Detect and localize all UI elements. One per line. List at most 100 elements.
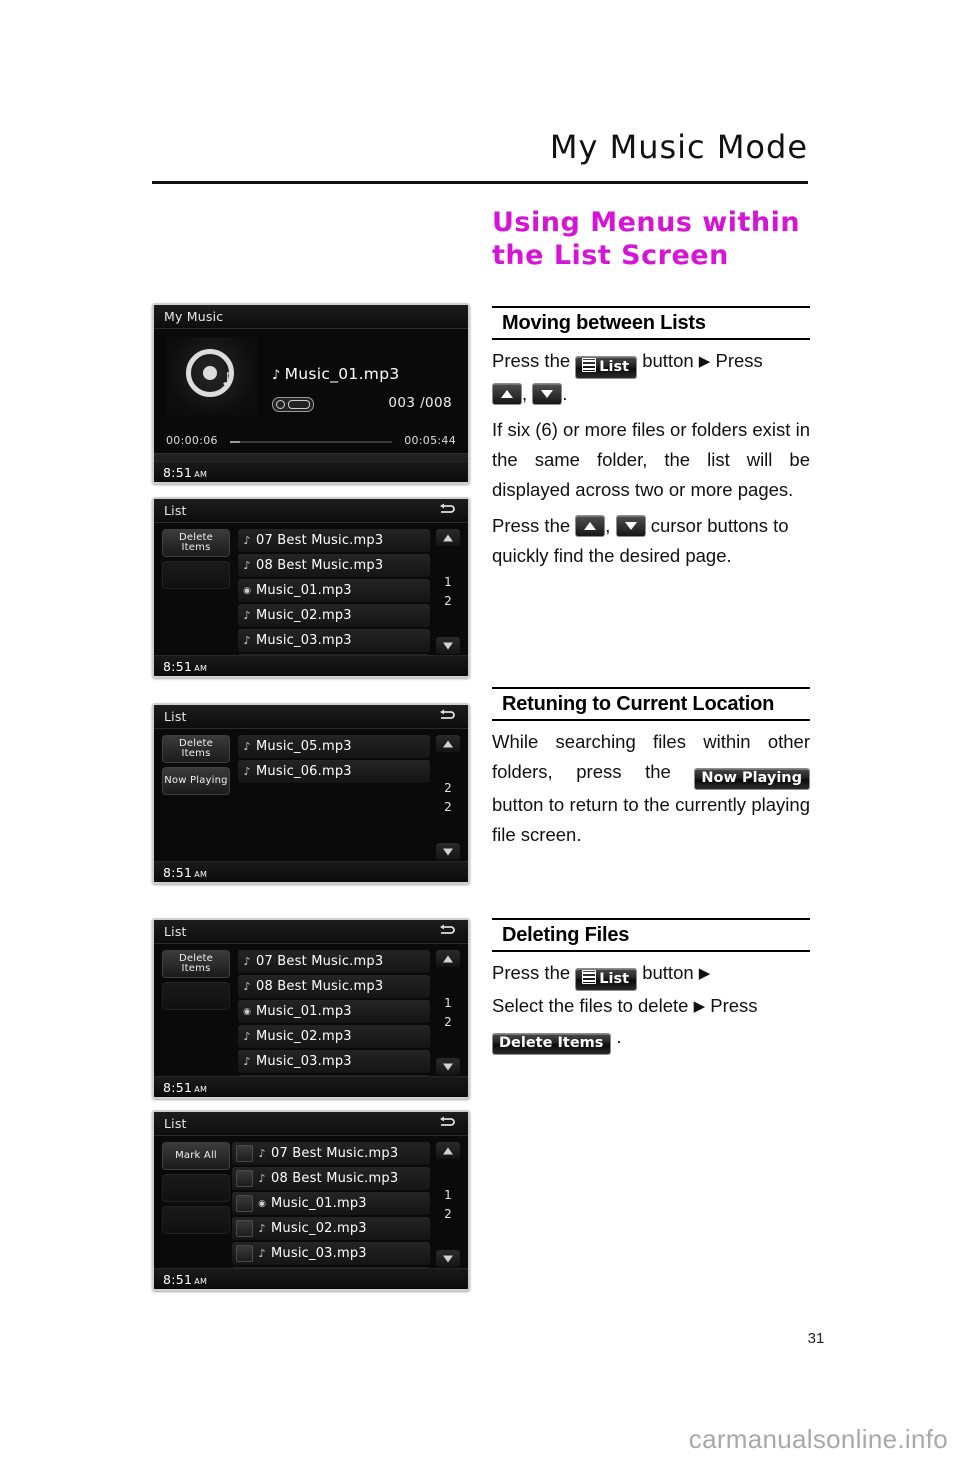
inline-list-button-2[interactable]: List [575,968,638,991]
now-playing-button[interactable]: Now Playing [162,767,230,795]
section-title: Using Menus within the List Screen [492,206,810,272]
file-name: Music_03.mp3 [256,633,352,648]
scroll-down-button[interactable] [436,1250,460,1267]
checkbox[interactable] [236,1220,253,1237]
list-item[interactable]: ♪ Music_02.mp3 [232,1217,430,1240]
page-title: My Music Mode [549,128,808,166]
list-item[interactable]: ♪ Music_03.mp3 [238,629,430,652]
scroll-up-button[interactable] [436,950,460,967]
music-note-icon: ♪ [243,534,251,547]
inline-delete-items-label: Delete Items [499,1035,604,1051]
clock-time: 8:51 [163,659,193,674]
inline-up-arrow-button-2[interactable] [575,515,606,537]
list-item-current[interactable]: ◉ Music_01.mp3 [238,1000,430,1023]
inline-down-arrow-button-2[interactable] [615,515,646,537]
scrollbar[interactable]: 1 2 [436,529,462,654]
list-item[interactable]: ♪ 07 Best Music.mp3 [238,529,430,552]
media-type-badge [272,397,314,412]
return-icon[interactable] [439,924,456,937]
delete-items-button[interactable]: Delete Items [162,950,230,978]
list-icon [582,358,597,372]
file-name: Music_01.mp3 [256,1004,352,1019]
file-name: 07 Best Music.mp3 [256,954,384,969]
inline-list-button[interactable]: List [575,356,638,379]
scrollbar[interactable]: 2 2 [436,735,462,860]
instruction-paragraph-1: Press the List button ▶ Press , . [492,346,810,409]
list-item[interactable]: ♪ Music_03.mp3 [238,1050,430,1073]
list-item-empty [238,835,430,858]
side-buttons: Delete Items Now Playing [162,735,230,799]
page-current: 1 [444,574,452,589]
inline-list-button-label: List [599,971,630,987]
header-divider [152,181,808,184]
return-icon[interactable] [439,503,456,516]
screenshot-list-markall: List Mark All ♪ 07 Best Music.mp3 ♪ 08 Bes… [152,1110,470,1291]
music-note-icon: ♪ [222,369,234,390]
delete-items-button[interactable]: Delete Items [162,735,230,763]
elapsed-time: 00:00:06 [166,434,218,447]
page-total: 2 [444,1014,452,1029]
inline-list-button-label: List [599,359,630,375]
side-buttons: Delete Items [162,950,230,1014]
list-item[interactable]: ♪ 07 Best Music.mp3 [238,950,430,973]
progress-bar[interactable] [230,441,392,443]
scroll-down-button[interactable] [436,843,460,860]
inline-delete-items-button[interactable]: Delete Items [492,1033,612,1055]
list-item[interactable]: ♪ Music_05.mp3 [238,735,430,758]
list-item[interactable]: ♪ Music_02.mp3 [238,604,430,627]
mark-all-button[interactable]: Mark All [162,1142,230,1170]
page-total: 2 [444,593,452,608]
section-rule-bottom [492,719,810,721]
side-buttons: Mark All [162,1142,230,1238]
scrollbar[interactable]: 1 2 [436,950,462,1075]
checkbox[interactable] [236,1245,253,1262]
page-total: 2 [444,799,452,814]
file-name: Music_03.mp3 [256,1054,352,1069]
playing-indicator-icon: ◉ [243,585,251,596]
checkbox[interactable] [236,1145,253,1162]
list-item[interactable]: ♪ 08 Best Music.mp3 [238,975,430,998]
return-icon[interactable] [439,1116,456,1129]
screen-titlebar: List [154,920,468,944]
manual-page: My Music Mode Using Menus within the Lis… [0,0,960,1468]
return-icon[interactable] [439,709,456,722]
text-button-2: button [642,962,694,983]
list-item-current[interactable]: ◉ Music_01.mp3 [238,579,430,602]
text-press-the: Press the [492,350,571,371]
file-name: 07 Best Music.mp3 [271,1146,399,1161]
list-item[interactable]: ♪ 08 Best Music.mp3 [232,1167,430,1190]
scroll-down-button[interactable] [436,1058,460,1075]
inline-down-arrow-button[interactable] [532,383,563,405]
music-note-icon: ♪ [243,1030,251,1043]
file-name: Music_01.mp3 [271,1196,367,1211]
list-item[interactable]: ♪ 08 Best Music.mp3 [238,554,430,577]
scroll-up-button[interactable] [436,529,460,546]
scroll-up-button[interactable] [436,1142,460,1159]
section-retuning-to-current-location: Retuning to Current Location While searc… [492,687,811,850]
list-item[interactable]: ♪ Music_03.mp3 [232,1242,430,1265]
inline-up-arrow-button[interactable] [492,383,522,405]
screen-title: List [164,709,187,724]
list-item-current[interactable]: ◉ Music_01.mp3 [232,1192,430,1215]
list-item[interactable]: ♪ Music_02.mp3 [238,1025,430,1048]
side-buttons: Delete Items [162,529,230,593]
delete-items-button[interactable]: Delete Items [162,529,230,557]
text-button: button [642,350,694,371]
music-note-icon: ♪ [258,1147,266,1160]
inline-now-playing-label: Now Playing [701,770,803,786]
checkbox[interactable] [236,1195,253,1212]
text-press: Press [715,350,763,371]
file-name: Music_01.mp3 [256,583,352,598]
scrollbar[interactable]: 1 2 [436,1142,462,1267]
list-item[interactable]: ♪ 07 Best Music.mp3 [232,1142,430,1165]
text-period-3: . [616,1026,622,1047]
inline-now-playing-button[interactable]: Now Playing [694,768,811,790]
instruction-paragraph: Press the List button ▶ Select the files… [492,958,810,1055]
scroll-down-button[interactable] [436,637,460,654]
now-playing-track: ♪ Music_01.mp3 [272,365,400,383]
checkbox[interactable] [236,1170,253,1187]
status-bar: 8:51 AM [154,1076,468,1097]
side-button-disabled [162,561,230,589]
scroll-up-button[interactable] [436,735,460,752]
list-item[interactable]: ♪ Music_06.mp3 [238,760,430,783]
